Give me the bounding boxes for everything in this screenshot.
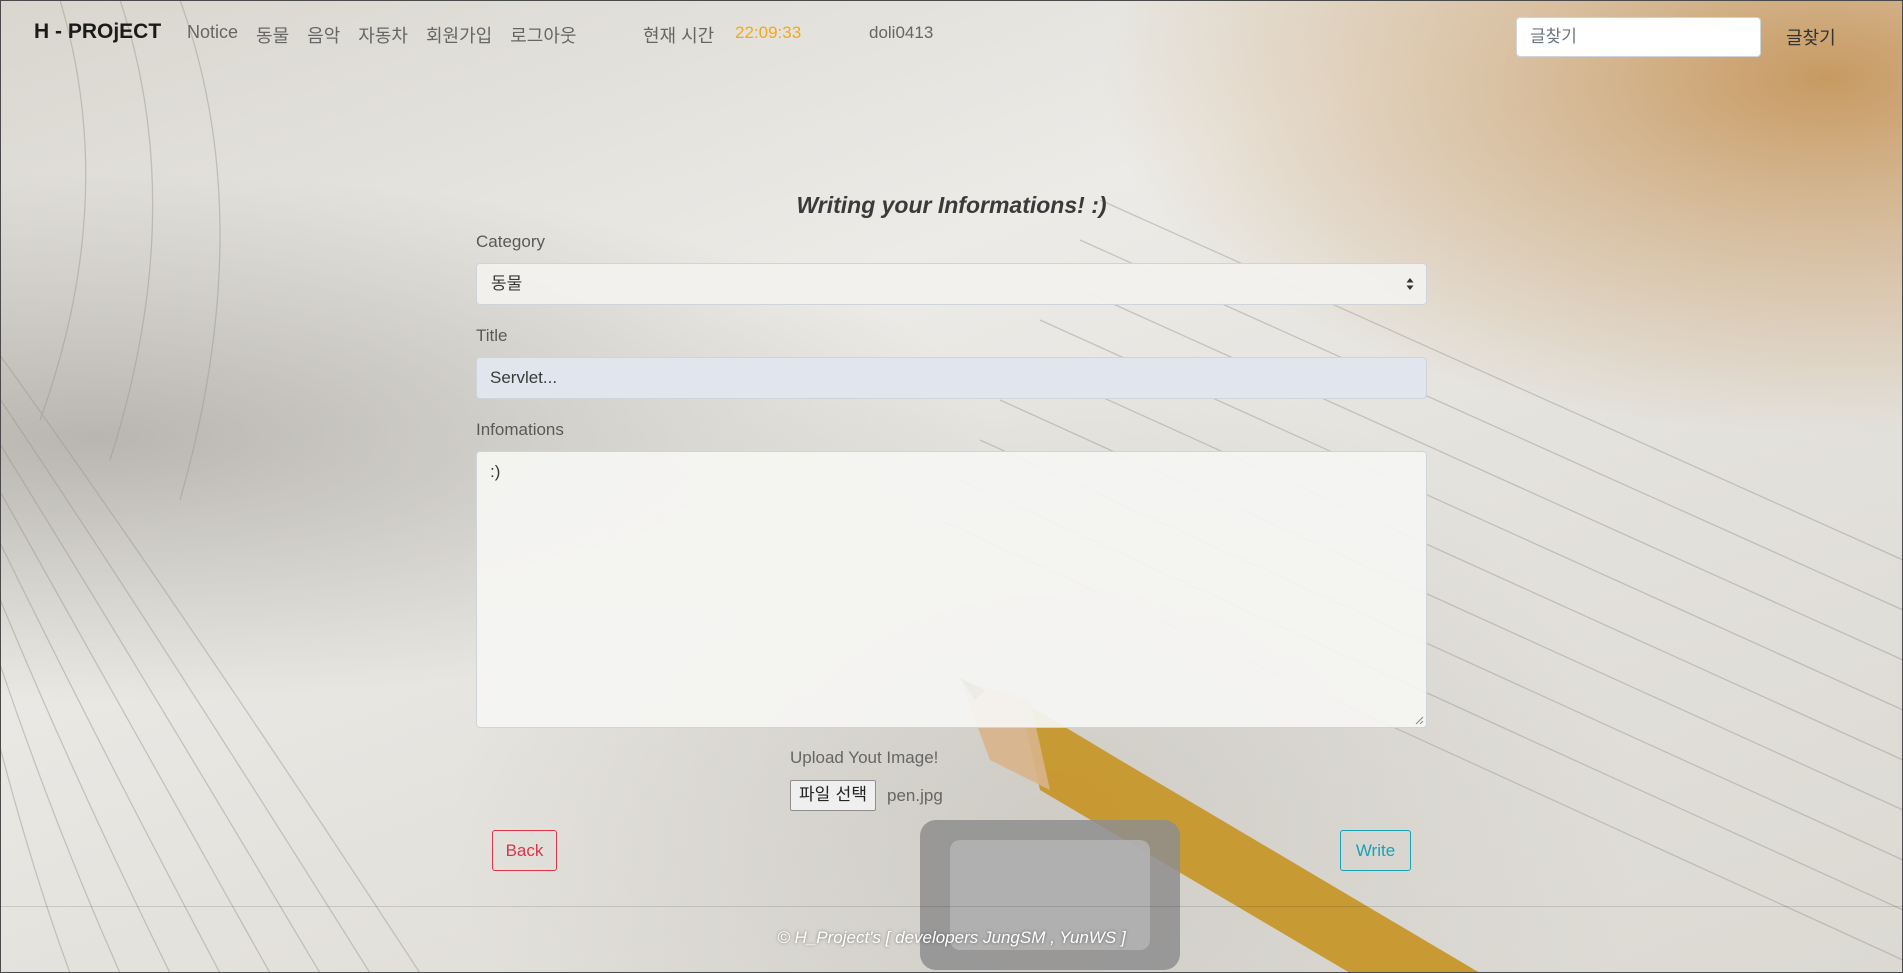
nav-link-signup[interactable]: 회원가입 — [426, 22, 492, 48]
username: doli0413 — [869, 23, 934, 42]
category-selected-value: 동물 — [491, 274, 523, 293]
category-label: Category — [476, 232, 545, 251]
title-label: Title — [476, 326, 508, 345]
back-button[interactable]: Back — [492, 830, 557, 871]
informations-textarea[interactable]: :) — [476, 451, 1427, 728]
footer-credits: © H_Project's [ developers JungSM , YunW… — [777, 928, 1126, 947]
choose-file-button[interactable]: 파일 선택 — [790, 780, 876, 811]
nav-links: Notice 동물 음악 자동차 회원가입 로그아웃 — [187, 22, 594, 48]
navbar: H - PROjECT Notice 동물 음악 자동차 회원가입 로그아웃 현… — [0, 0, 1903, 68]
informations-text: :) — [490, 462, 501, 481]
category-select[interactable]: 동물 — [476, 263, 1427, 305]
footer-divider — [0, 906, 1903, 907]
select-arrows-icon — [1406, 278, 1414, 290]
nav-link-notice[interactable]: Notice — [187, 22, 238, 48]
nav-link-music[interactable]: 음악 — [307, 22, 340, 48]
current-time-label: 현재 시간 — [643, 26, 715, 46]
resize-grip-icon[interactable] — [1414, 715, 1424, 725]
brand-logo[interactable]: H - PROjECT — [34, 20, 161, 44]
selected-file-name: pen.jpg — [887, 786, 943, 805]
current-time-value: 22:09:33 — [735, 23, 802, 42]
nav-link-animals[interactable]: 동물 — [256, 22, 289, 48]
write-button[interactable]: Write — [1340, 830, 1411, 871]
nav-link-logout[interactable]: 로그아웃 — [510, 22, 576, 48]
informations-label: Infomations — [476, 420, 564, 439]
nav-link-cars[interactable]: 자동차 — [358, 22, 408, 48]
upload-label: Upload Yout Image! — [790, 748, 939, 767]
search-button[interactable]: 글찾기 — [1772, 17, 1850, 57]
title-input[interactable]: Servlet... — [476, 357, 1427, 399]
search-input[interactable] — [1516, 17, 1761, 57]
form-heading: Writing your Informations! :) — [796, 192, 1107, 218]
